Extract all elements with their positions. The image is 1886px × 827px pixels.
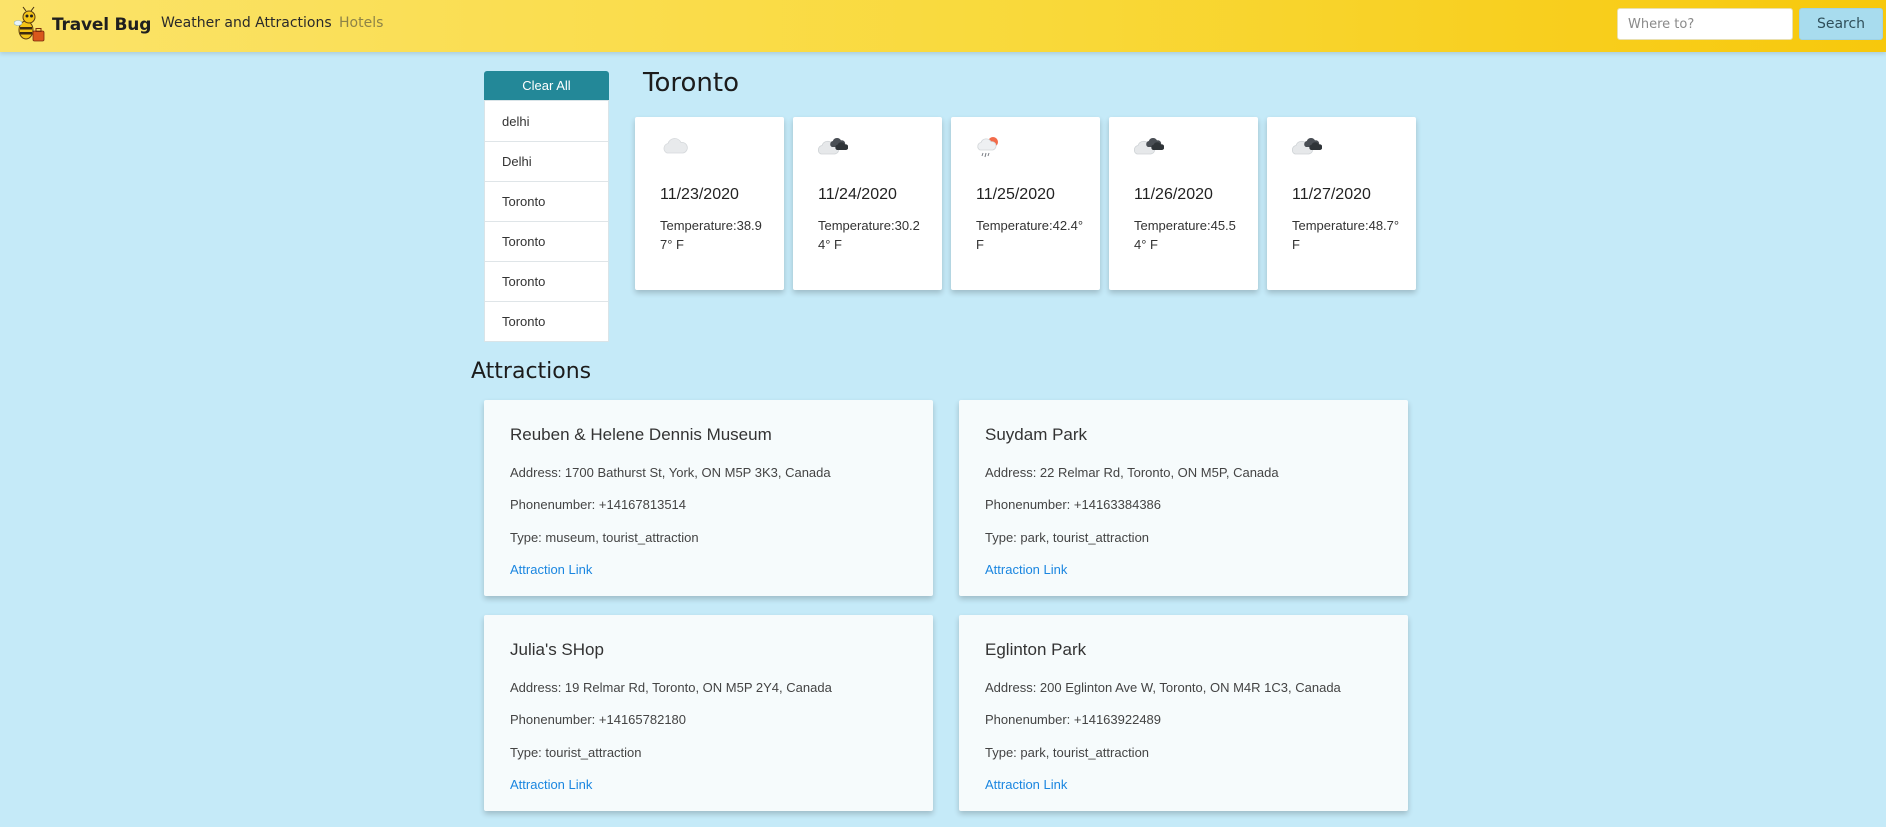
forecast-card: 11/23/2020 Temperature:38.97° F [635, 117, 784, 290]
attraction-link[interactable]: Attraction Link [510, 777, 592, 792]
attraction-address: Address: 1700 Bathurst St, York, ON M5P … [510, 465, 831, 480]
history-item[interactable]: delhi [485, 101, 608, 141]
attraction-name: Suydam Park [985, 425, 1088, 444]
search-history-list: delhi Delhi Toronto Toronto Toronto Toro… [484, 100, 609, 342]
attraction-address: Address: 19 Relmar Rd, Toronto, ON M5P 2… [510, 680, 832, 695]
nav-link-hotels[interactable]: Hotels [339, 15, 383, 31]
forecast-temperature: Temperature:42.4° F [976, 218, 1084, 252]
forecast-date: 11/25/2020 [976, 186, 1055, 203]
attraction-name: Eglinton Park [985, 640, 1087, 659]
attraction-link[interactable]: Attraction Link [985, 777, 1067, 792]
destination-search-input[interactable] [1617, 8, 1793, 40]
attraction-type: Type: park, tourist_attraction [985, 530, 1150, 545]
forecast-date: 11/24/2020 [818, 186, 897, 203]
search-button[interactable]: Search [1799, 8, 1883, 40]
nav-link-weather-attractions[interactable]: Weather and Attractions [161, 15, 332, 31]
forecast-temperature: Temperature:38.97° F [660, 218, 762, 252]
attraction-type: Type: tourist_attraction [510, 745, 642, 760]
forecast-date: 11/27/2020 [1292, 186, 1371, 203]
forecast-date: 11/26/2020 [1134, 186, 1213, 203]
forecast-card: 11/26/2020 Temperature:45.54° F [1109, 117, 1258, 290]
history-item[interactable]: Toronto [485, 261, 608, 301]
clear-all-button[interactable]: Clear All [484, 71, 609, 100]
history-item[interactable]: Toronto [485, 221, 608, 261]
bee-logo-icon [14, 6, 45, 42]
history-item[interactable]: Toronto [485, 301, 608, 341]
attraction-phone: Phonenumber: +14163384386 [985, 497, 1162, 512]
history-item[interactable]: Toronto [485, 181, 608, 221]
attraction-link[interactable]: Attraction Link [985, 562, 1067, 577]
attraction-name: Reuben & Helene Dennis Museum [510, 425, 772, 444]
attractions-heading: Attractions [471, 359, 592, 384]
attraction-link[interactable]: Attraction Link [510, 562, 592, 577]
navbar: Travel Bug Weather and Attractions Hotel… [0, 0, 1886, 52]
forecast-card: 11/25/2020 Temperature:42.4° F [951, 117, 1100, 290]
attraction-card: Julia's SHop Address: 19 Relmar Rd, Toro… [484, 615, 933, 811]
attraction-card: Reuben & Helene Dennis Museum Address: 1… [484, 400, 933, 596]
attraction-card: Eglinton Park Address: 200 Eglinton Ave … [959, 615, 1408, 811]
attraction-card: Suydam Park Address: 22 Relmar Rd, Toron… [959, 400, 1408, 596]
attraction-type: Type: museum, tourist_attraction [510, 530, 699, 545]
dark-clouds-icon [818, 138, 848, 155]
forecast-card: 11/27/2020 Temperature:48.7° F [1267, 117, 1416, 290]
attraction-address: Address: 200 Eglinton Ave W, Toronto, ON… [985, 680, 1341, 695]
dark-clouds-icon [1292, 138, 1322, 155]
attraction-phone: Phonenumber: +14163922489 [985, 712, 1162, 727]
history-item[interactable]: Delhi [485, 141, 608, 181]
attraction-type: Type: park, tourist_attraction [985, 745, 1150, 760]
forecast-temperature: Temperature:30.24° F [818, 218, 920, 252]
brand-name: Travel Bug [52, 15, 152, 35]
attraction-phone: Phonenumber: +14165782180 [510, 712, 687, 727]
dark-clouds-icon [1134, 138, 1164, 155]
forecast-date: 11/23/2020 [660, 186, 739, 203]
attraction-name: Julia's SHop [510, 640, 604, 659]
forecast-temperature: Temperature:48.7° F [1292, 218, 1400, 252]
cloud-icon [663, 138, 688, 154]
forecast-card: 11/24/2020 Temperature:30.24° F [793, 117, 942, 290]
sun-rain-cloud-icon [977, 137, 998, 158]
brand-link[interactable]: Travel Bug [14, 4, 151, 46]
attraction-phone: Phonenumber: +14167813514 [510, 497, 687, 512]
attraction-address: Address: 22 Relmar Rd, Toronto, ON M5P, … [985, 465, 1279, 480]
forecast-temperature: Temperature:45.54° F [1134, 218, 1236, 252]
city-title: Toronto [643, 68, 739, 98]
